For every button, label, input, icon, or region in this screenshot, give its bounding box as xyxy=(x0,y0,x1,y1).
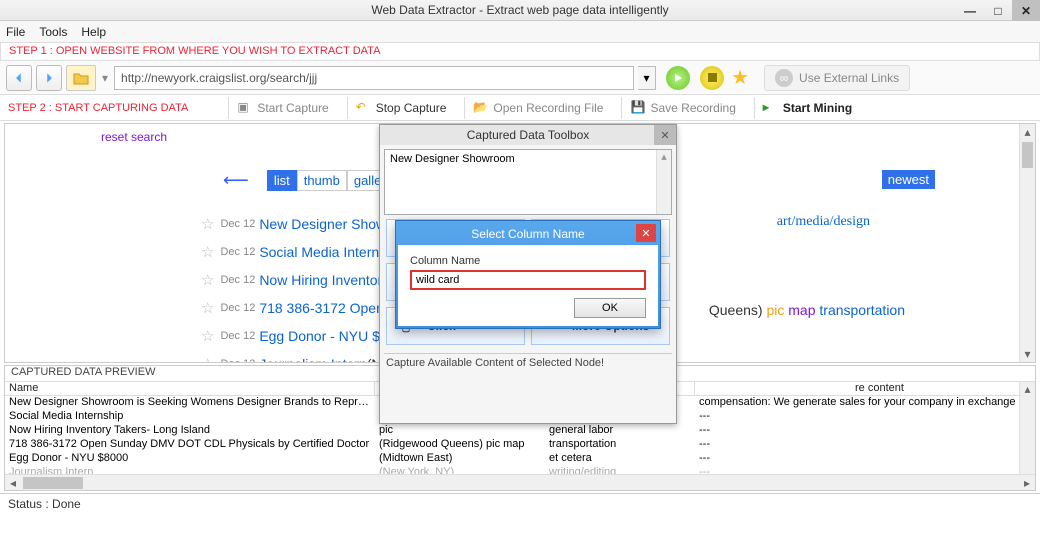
back-button[interactable] xyxy=(6,65,32,91)
scroll-left-icon[interactable]: ◂ xyxy=(5,475,21,490)
post-meta: Queens) pic map transportation xyxy=(709,302,905,320)
close-button[interactable]: ✕ xyxy=(1012,0,1040,21)
stop-button[interactable] xyxy=(700,66,724,90)
stop-capture-button[interactable]: ↶Stop Capture xyxy=(347,97,455,119)
url-input[interactable]: http://newyork.craigslist.org/search/jjj xyxy=(114,66,634,90)
category-link[interactable]: art/media/design xyxy=(777,214,870,230)
step2-bar: STEP 2 : START CAPTURING DATA ▣Start Cap… xyxy=(0,95,1040,121)
open-folder-button[interactable] xyxy=(66,65,96,91)
star-icon[interactable]: ☆ xyxy=(201,243,214,261)
arrow-left-icon[interactable]: ⟵ xyxy=(223,170,249,191)
location-text: Queens) xyxy=(709,302,767,318)
menu-tools[interactable]: Tools xyxy=(39,25,67,39)
star-icon[interactable]: ☆ xyxy=(201,327,214,345)
select-column-modal: Select Column Name ✕ Column Name OK xyxy=(395,220,661,329)
folder-dropdown-icon[interactable]: ▾ xyxy=(100,71,110,85)
go-button[interactable] xyxy=(666,66,690,90)
column-name-label: Column Name xyxy=(410,255,646,267)
col-4[interactable]: re content xyxy=(695,382,1035,395)
post-title[interactable]: Journalism Intern xyxy=(259,356,366,363)
view-tab-list[interactable]: list xyxy=(267,170,297,191)
post-date: Dec 12 xyxy=(220,358,255,363)
sort-newest[interactable]: newest xyxy=(882,170,935,189)
url-dropdown-icon[interactable]: ▾ xyxy=(638,66,656,90)
scroll-right-icon[interactable]: ▸ xyxy=(1019,475,1035,490)
preview-row[interactable]: Egg Donor - NYU $8000(Midtown East)et ce… xyxy=(5,452,1035,466)
toolbox-title: Captured Data Toolbox ✕ xyxy=(380,125,676,145)
toolbox-text: New Designer Showroom xyxy=(390,153,515,165)
folder-open-icon: 📂 xyxy=(473,100,489,116)
pic-link[interactable]: pic xyxy=(766,302,788,318)
save-icon: 💾 xyxy=(630,100,646,116)
star-icon[interactable]: ☆ xyxy=(201,271,214,289)
preview-hscroll[interactable]: ◂ ▸ xyxy=(5,474,1035,490)
ok-button[interactable]: OK xyxy=(574,298,646,318)
col-name[interactable]: Name xyxy=(5,382,375,395)
preview-row[interactable]: Now Hiring Inventory Takers- Long Island… xyxy=(5,424,1035,438)
play-icon: ▸ xyxy=(763,100,779,116)
toolbox-text-area[interactable]: New Designer Showroom ▴ xyxy=(384,149,672,215)
navbar: ▾ http://newyork.craigslist.org/search/j… xyxy=(0,61,1040,95)
modal-close-button[interactable]: ✕ xyxy=(636,224,656,242)
start-capture-button[interactable]: ▣Start Capture xyxy=(228,97,336,119)
menubar: File Tools Help xyxy=(0,21,1040,43)
post-date: Dec 12 xyxy=(220,302,255,314)
toolbox-text-scroll[interactable]: ▴ xyxy=(656,150,671,214)
step2-label: STEP 2 : START CAPTURING DATA xyxy=(8,102,188,114)
scroll-down-icon[interactable]: ▾ xyxy=(1020,346,1035,362)
star-icon[interactable]: ☆ xyxy=(201,215,214,233)
category-link[interactable]: transportation xyxy=(819,302,905,318)
scroll-thumb[interactable] xyxy=(23,477,83,489)
post-date: Dec 12 xyxy=(220,246,255,258)
post-date: Dec 12 xyxy=(220,330,255,342)
use-external-links[interactable]: ∞ Use External Links xyxy=(764,65,910,91)
toolbox-footer: Capture Available Content of Selected No… xyxy=(384,353,672,375)
star-icon[interactable]: ☆ xyxy=(201,355,214,363)
browser-scrollbar[interactable]: ▴ ▾ xyxy=(1019,124,1035,362)
link-icon: ∞ xyxy=(775,69,793,87)
scroll-up-icon[interactable]: ▴ xyxy=(1020,124,1035,140)
start-mining-button[interactable]: ▸Start Mining xyxy=(754,97,860,119)
minimize-button[interactable]: — xyxy=(956,0,984,21)
scroll-up-icon[interactable]: ▴ xyxy=(1020,382,1035,396)
status-bar: Status : Done xyxy=(0,493,1040,513)
menu-file[interactable]: File xyxy=(6,25,25,39)
menu-help[interactable]: Help xyxy=(81,25,106,39)
toolbox-close-button[interactable]: ✕ xyxy=(654,125,676,145)
modal-title: Select Column Name ✕ xyxy=(398,223,658,245)
open-recording-button[interactable]: 📂Open Recording File xyxy=(464,97,611,119)
preview-row[interactable]: 718 386-3172 Open Sunday DMV DOT CDL Phy… xyxy=(5,438,1035,452)
post-date: Dec 12 xyxy=(220,274,255,286)
maximize-button[interactable]: □ xyxy=(984,0,1012,21)
capture-icon: ▣ xyxy=(237,100,253,116)
star-icon[interactable]: ☆ xyxy=(201,299,214,317)
column-name-input[interactable] xyxy=(410,270,646,290)
post-date: Dec 12 xyxy=(220,218,255,230)
window-title: Web Data Extractor - Extract web page da… xyxy=(371,3,668,17)
external-links-label: Use External Links xyxy=(799,71,899,85)
preview-vscroll[interactable]: ▴ xyxy=(1019,382,1035,474)
view-tab-thumb[interactable]: thumb xyxy=(297,170,347,191)
undo-icon: ↶ xyxy=(356,100,372,116)
titlebar: Web Data Extractor - Extract web page da… xyxy=(0,0,1040,21)
favorite-icon[interactable]: ★ xyxy=(728,66,752,90)
map-link[interactable]: map xyxy=(788,302,819,318)
step1-label: STEP 1 : OPEN WEBSITE FROM WHERE YOU WIS… xyxy=(0,43,1040,61)
save-recording-button[interactable]: 💾Save Recording xyxy=(621,97,743,119)
reset-search-link[interactable]: reset search xyxy=(101,130,167,144)
forward-button[interactable] xyxy=(36,65,62,91)
scroll-thumb[interactable] xyxy=(1022,142,1033,168)
